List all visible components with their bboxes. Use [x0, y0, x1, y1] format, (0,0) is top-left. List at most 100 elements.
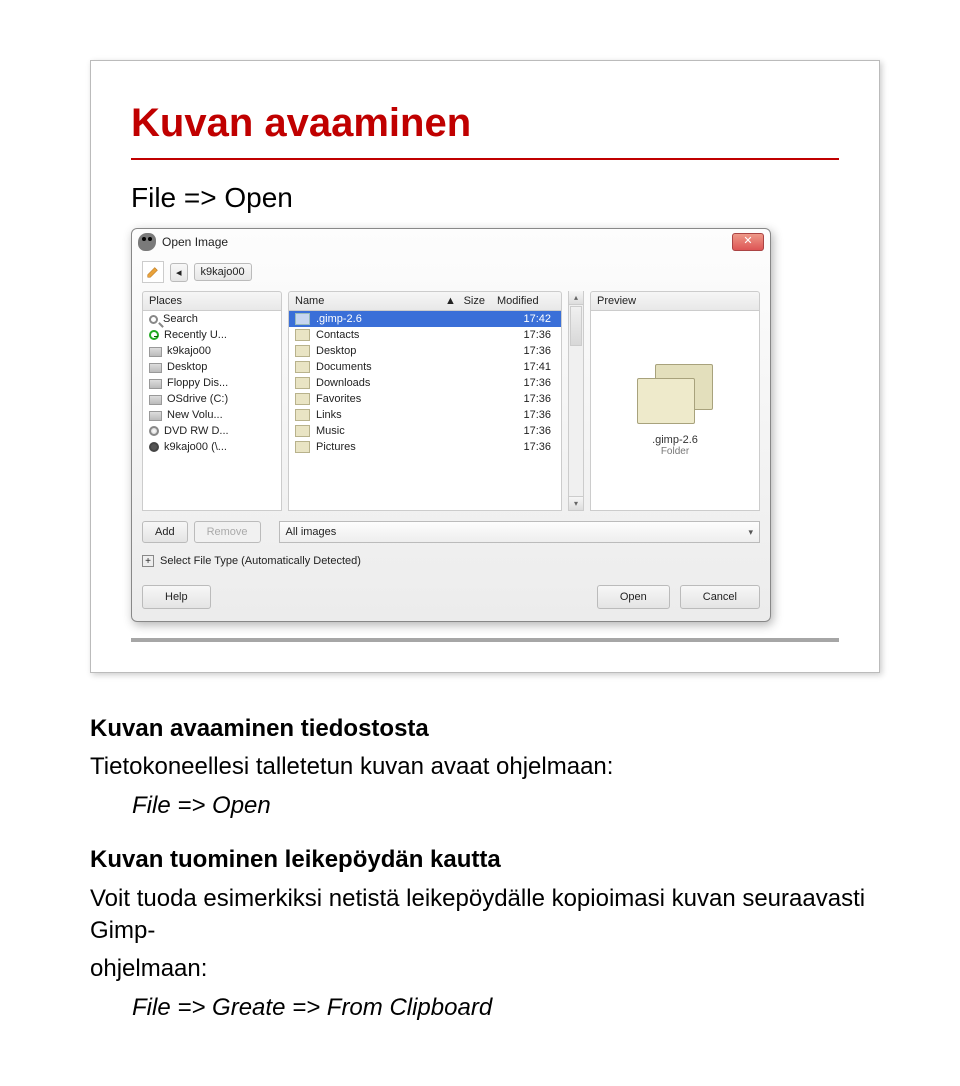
dialog-title: Open Image	[162, 235, 228, 249]
places-item[interactable]: Desktop	[143, 359, 281, 375]
select-file-type-expander[interactable]: + Select File Type (Automatically Detect…	[132, 551, 770, 577]
title-rule	[131, 158, 839, 160]
folder-icon	[295, 409, 310, 421]
folder-icon	[295, 441, 310, 453]
drive-icon	[149, 379, 162, 389]
cancel-button[interactable]: Cancel	[680, 585, 760, 609]
file-name: Desktop	[316, 345, 457, 357]
file-row[interactable]: Favorites17:36	[289, 391, 561, 407]
places-item[interactable]: New Volu...	[143, 407, 281, 423]
add-place-button[interactable]: Add	[142, 521, 188, 543]
places-item[interactable]: Search	[143, 311, 281, 327]
folder-preview-icon	[637, 364, 713, 424]
drive-icon	[149, 363, 162, 373]
instruction-card: Kuvan avaaminen File => Open Open Image …	[90, 60, 880, 673]
file-row[interactable]: .gimp-2.6 17:42	[289, 311, 561, 327]
scroll-thumb[interactable]	[570, 306, 582, 346]
section-heading-2: Kuvan tuominen leikepöydän kautta	[90, 844, 880, 876]
select-file-type-label: Select File Type (Automatically Detected…	[160, 555, 361, 567]
col-name[interactable]: Name	[289, 292, 439, 310]
file-open-path: File => Open	[131, 182, 839, 214]
folder-icon	[295, 345, 310, 357]
file-modified: 17:36	[497, 425, 555, 437]
open-image-dialog: Open Image ✕ ◂ k9kajo00 Places Search Rec…	[131, 228, 771, 622]
path-bar: ◂ k9kajo00	[132, 253, 770, 291]
col-modified[interactable]: Modified	[491, 292, 561, 310]
edit-path-icon[interactable]	[142, 261, 164, 283]
drive-icon	[149, 411, 162, 421]
open-button[interactable]: Open	[597, 585, 670, 609]
file-row[interactable]: Pictures 17:36	[289, 439, 561, 455]
folder-icon	[295, 377, 310, 389]
places-item[interactable]: k9kajo00	[143, 343, 281, 359]
places-item[interactable]: k9kajo00 (\...	[143, 439, 281, 455]
file-name: Downloads	[316, 377, 457, 389]
file-modified: 17:36	[497, 441, 555, 453]
places-item[interactable]: DVD RW D...	[143, 423, 281, 439]
file-modified: 17:41	[497, 361, 555, 373]
path-segment[interactable]: k9kajo00	[194, 263, 252, 281]
preview-panel: Preview .gimp-2.6 Folder	[590, 291, 760, 511]
places-item[interactable]: OSdrive (C:)	[143, 391, 281, 407]
command-2: File => Greate => From Clipboard	[132, 992, 880, 1024]
page-title: Kuvan avaaminen	[131, 101, 839, 146]
file-name: Favorites	[316, 393, 457, 405]
places-item-label: Search	[163, 313, 198, 325]
section-text-2a: Voit tuoda esimerkiksi netistä leikepöyd…	[90, 883, 880, 948]
file-row[interactable]: Documents 17:41	[289, 359, 561, 375]
file-row[interactable]: Links 17:36	[289, 407, 561, 423]
file-name: Links	[316, 409, 457, 421]
file-row[interactable]: Contacts 17:36	[289, 327, 561, 343]
scroll-down-icon[interactable]: ▾	[569, 496, 583, 510]
remove-place-button: Remove	[194, 521, 261, 543]
places-item-label: New Volu...	[167, 409, 223, 421]
help-button[interactable]: Help	[142, 585, 211, 609]
preview-kind: Folder	[661, 446, 689, 457]
file-row[interactable]: Desktop 17:36	[289, 343, 561, 359]
file-list[interactable]: .gimp-2.617:42Contacts17:36Desktop17:36D…	[288, 311, 562, 511]
file-modified: 17:42	[497, 313, 555, 325]
section-text-2b: ohjelmaan:	[90, 953, 880, 985]
chevron-down-icon: ▾	[748, 527, 753, 538]
file-name: Pictures	[316, 441, 457, 453]
sort-arrow-icon[interactable]: ▲	[439, 292, 451, 310]
preview-header: Preview	[591, 292, 642, 310]
col-size[interactable]: Size	[451, 292, 491, 310]
places-item[interactable]: Recently U...	[143, 327, 281, 343]
dialog-titlebar: Open Image ✕	[132, 229, 770, 253]
cd-icon	[149, 426, 159, 436]
places-item[interactable]: Floppy Dis...	[143, 375, 281, 391]
file-name: .gimp-2.6	[316, 313, 457, 325]
folder-icon	[295, 425, 310, 437]
command-1: File => Open	[132, 790, 880, 822]
preview-filename: .gimp-2.6	[652, 434, 698, 446]
places-item-label: k9kajo00 (\...	[164, 441, 227, 453]
file-row[interactable]: Downloads17:36	[289, 375, 561, 391]
places-item-label: Recently U...	[164, 329, 227, 341]
file-row[interactable]: Music17:36	[289, 423, 561, 439]
folder-icon	[295, 313, 310, 325]
file-name: Contacts	[316, 329, 457, 341]
file-modified: 17:36	[497, 345, 555, 357]
folder-icon	[295, 361, 310, 373]
places-header: Places	[143, 292, 188, 310]
file-type-filter[interactable]: All images ▾	[279, 521, 760, 543]
file-modified: 17:36	[497, 409, 555, 421]
cdneg-icon	[149, 442, 159, 452]
drive-icon	[149, 395, 162, 405]
file-modified: 17:36	[497, 329, 555, 341]
card-bottom-rule	[131, 638, 839, 642]
section-text-1: Tietokoneellesi talletetun kuvan avaat o…	[90, 751, 880, 783]
places-list[interactable]: Search Recently U... k9kajo00 DesktopFloppy…	[142, 311, 282, 511]
path-back-caret[interactable]: ◂	[170, 263, 188, 282]
search-icon	[149, 315, 158, 324]
scroll-up-icon[interactable]: ▴	[569, 291, 583, 305]
expand-icon: +	[142, 555, 154, 567]
file-list-scrollbar[interactable]: ▴ ▾	[568, 291, 584, 511]
file-panel: Name ▲ Size Modified .gimp-2.6 17:42 Conta…	[288, 291, 562, 511]
filter-label: All images	[286, 526, 337, 538]
close-button[interactable]: ✕	[732, 233, 764, 251]
file-name: Documents	[316, 361, 457, 373]
places-item-label: DVD RW D...	[164, 425, 229, 437]
places-item-label: k9kajo00	[167, 345, 211, 357]
